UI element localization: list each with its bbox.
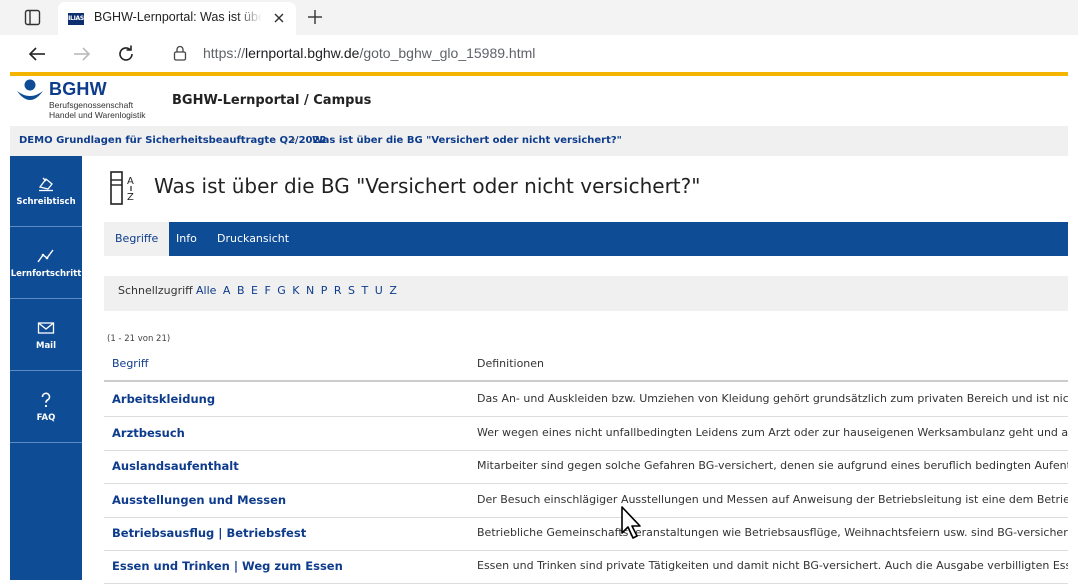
desk-icon <box>38 177 53 192</box>
svg-text:Z: Z <box>127 192 134 203</box>
quick-access-label: Schnellzugriff <box>118 284 193 297</box>
tab-begriffe[interactable]: Begriffe <box>104 222 170 256</box>
tab-druckansicht[interactable]: Druckansicht <box>206 222 300 256</box>
mouse-cursor-icon <box>621 506 641 539</box>
browser-nav-bar: https://lernportal.bghw.de/goto_bghw_glo… <box>0 35 1078 72</box>
reload-icon[interactable] <box>116 44 136 64</box>
definition-text: Betriebliche Gemeinschaftsveranstaltunge… <box>477 526 1068 539</box>
main-sidebar: Schreibtisch Lernfortschritt Mail FAQ <box>10 156 82 580</box>
term-link[interactable]: Arbeitskleidung <box>112 392 215 406</box>
term-link[interactable]: Ausstellungen und Messen <box>112 493 286 507</box>
breadcrumb: DEMO Grundlagen für Sicherheitsbeauftrag… <box>10 126 1068 156</box>
sidebar-item-lernfortschritt[interactable]: Lernfortschritt <box>10 228 82 299</box>
quick-link-b[interactable]: B <box>237 284 245 297</box>
column-header-definition: Definitionen <box>477 357 545 370</box>
bghw-logo-icon[interactable] <box>14 79 46 105</box>
table-row: Arztbesuch Wer wegen eines nicht unfallb… <box>104 417 1068 451</box>
quick-access-links: Alle A B E F G K N P R S T U Z <box>196 284 400 297</box>
logo-text: BGHW <box>49 79 107 99</box>
url-text: https://lernportal.bghw.de/goto_bghw_glo… <box>203 45 536 61</box>
svg-text:A: A <box>127 176 134 187</box>
term-link[interactable]: Betriebsausflug | Betriebsfest <box>112 526 306 540</box>
term-link[interactable]: Arztbesuch <box>112 426 185 440</box>
sidebar-item-schreibtisch[interactable]: Schreibtisch <box>10 156 82 227</box>
quick-access-bar: Schnellzugriff Alle A B E F G K N P R S … <box>104 276 1068 311</box>
definition-text: Essen und Trinken sind private Tätigkeit… <box>477 559 1068 572</box>
breadcrumb-separator: › <box>291 132 296 146</box>
content-tabs: Begriffe Info Druckansicht <box>104 222 1068 256</box>
sidebar-item-label: Mail <box>35 341 57 351</box>
table-row: Ausstellungen und Messen Der Besuch eins… <box>104 484 1068 518</box>
quick-link-z[interactable]: Z <box>389 284 397 297</box>
page-header: BGHW Berufsgenossenschaft Handel und War… <box>10 76 1068 126</box>
page-title: Was ist über die BG "Versichert oder nic… <box>154 174 701 198</box>
new-tab-icon[interactable] <box>306 8 324 26</box>
table-header: Begriff Definitionen <box>104 346 1068 382</box>
quick-link-e[interactable]: E <box>251 284 258 297</box>
browser-tab[interactable]: ILIAS BGHW-Lernportal: Was ist über die … <box>58 2 296 35</box>
lock-icon[interactable] <box>173 45 187 61</box>
close-icon[interactable] <box>272 11 286 25</box>
mail-icon <box>37 322 55 334</box>
table-row: Essen und Trinken | Weg zum Essen Essen … <box>104 550 1068 584</box>
definition-text: Wer wegen eines nicht unfallbedingten Le… <box>477 426 1068 439</box>
quick-link-alle[interactable]: Alle <box>196 284 216 297</box>
quick-link-k[interactable]: K <box>292 284 299 297</box>
quick-link-p[interactable]: P <box>321 284 328 297</box>
table-row: Arbeitskleidung Das An- und Auskleiden b… <box>104 383 1068 417</box>
portal-title: BGHW-Lernportal / Campus <box>172 93 372 108</box>
breadcrumb-item-course[interactable]: DEMO Grundlagen für Sicherheitsbeauftrag… <box>19 135 326 146</box>
sidebar-item-mail[interactable]: Mail <box>10 300 82 371</box>
tab-actions-icon[interactable] <box>24 9 41 26</box>
glossary-icon: A Z <box>110 171 134 205</box>
quick-link-t[interactable]: T <box>362 284 369 297</box>
quick-link-r[interactable]: R <box>334 284 342 297</box>
quick-link-g[interactable]: G <box>277 284 286 297</box>
sidebar-item-label: FAQ <box>36 413 56 423</box>
quick-link-n[interactable]: N <box>306 284 314 297</box>
definition-text: Das An- und Auskleiden bzw. Umziehen von… <box>477 392 1068 405</box>
quick-link-a[interactable]: A <box>223 284 231 297</box>
sidebar-item-label: Schreibtisch <box>16 197 76 207</box>
address-bar[interactable]: https://lernportal.bghw.de/goto_bghw_glo… <box>155 38 1078 68</box>
back-arrow-icon[interactable] <box>27 44 47 64</box>
main-content: A Z Was ist über die BG "Versichert oder… <box>82 156 1068 584</box>
term-link[interactable]: Essen und Trinken | Weg zum Essen <box>112 559 343 573</box>
definition-text: Mitarbeiter sind gegen solche Gefahren B… <box>477 459 1068 472</box>
column-header-term[interactable]: Begriff <box>112 357 148 370</box>
quick-link-s[interactable]: S <box>348 284 355 297</box>
quick-link-u[interactable]: U <box>375 284 383 297</box>
sidebar-item-label: Lernfortschritt <box>10 269 82 279</box>
result-count: (1 - 21 von 21) <box>107 334 171 344</box>
quick-link-f[interactable]: F <box>264 284 270 297</box>
logo-subtitle: Berufsgenossenschaft Handel und Warenlog… <box>49 100 146 120</box>
table-row: Auslandsaufenthalt Mitarbeiter sind gege… <box>104 450 1068 484</box>
table-row: Betriebsausflug | Betriebsfest Betriebli… <box>104 517 1068 551</box>
breadcrumb-item-glossary[interactable]: Was ist über die BG "Versichert oder nic… <box>312 135 622 146</box>
tab-title: BGHW-Lernportal: Was ist über die BG "Ve… <box>94 10 262 24</box>
term-link[interactable]: Auslandsaufenthalt <box>112 459 239 473</box>
tab-info[interactable]: Info <box>165 222 208 256</box>
sidebar-item-faq[interactable]: FAQ <box>10 372 82 443</box>
definition-text: Der Besuch einschlägiger Ausstellungen u… <box>477 493 1068 506</box>
forward-arrow-icon[interactable] <box>72 44 92 64</box>
browser-tab-bar: ILIAS BGHW-Lernportal: Was ist über die … <box>0 0 1078 35</box>
ilias-favicon-icon: ILIAS <box>68 13 84 25</box>
progress-chart-icon <box>37 249 54 263</box>
question-icon <box>41 392 51 408</box>
